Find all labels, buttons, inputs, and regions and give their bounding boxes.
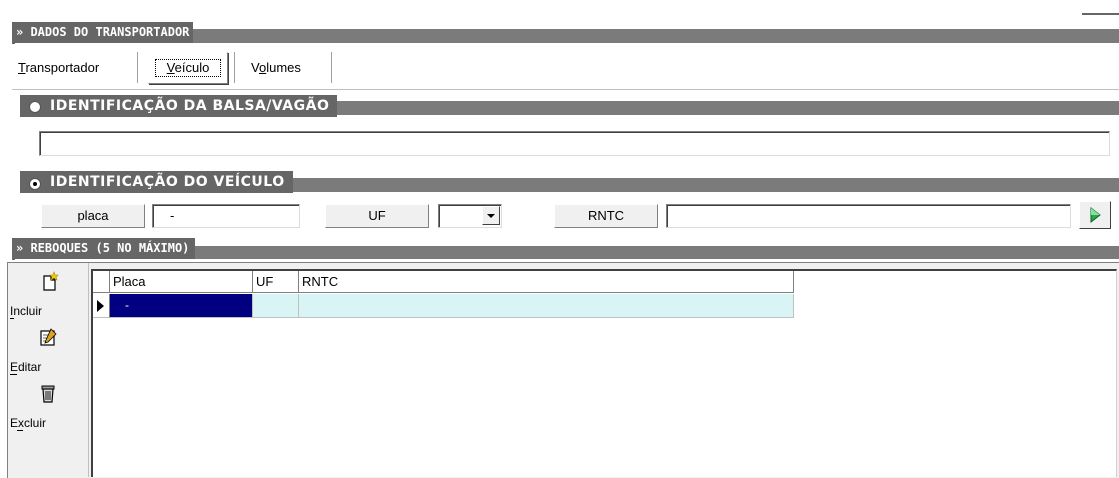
tabs-bottom-line: [12, 89, 1119, 90]
uf-label: UF: [325, 204, 429, 228]
tab-separator: [234, 52, 236, 83]
veiculo-radio[interactable]: [29, 178, 41, 190]
tab-volumes[interactable]: Volumes: [251, 60, 301, 75]
veiculo-section-title: IDENTIFICAÇÃO DO VEÍCULO: [50, 174, 285, 190]
top-divider: [1082, 13, 1119, 15]
placa-input-value: -: [170, 208, 175, 223]
incluir-label: Incluir: [10, 304, 43, 318]
balsa-section-title: IDENTIFICAÇÃO DA BALSA/VAGÃO: [50, 98, 330, 114]
table-row-cell-rntc[interactable]: [299, 294, 794, 318]
section-left-border: [12, 22, 15, 44]
grid-header-placa[interactable]: Placa: [110, 271, 253, 293]
placa-label: placa: [41, 204, 145, 228]
reboques-section-title: » REBOQUES (5 NO MÁXIMO): [12, 238, 196, 259]
rntc-input[interactable]: [666, 204, 1071, 228]
new-document-icon: [43, 271, 59, 291]
excluir-button[interactable]: Excluir: [10, 383, 80, 433]
grid-corner: [93, 271, 110, 293]
veiculo-section-tab: IDENTIFICAÇÃO DO VEÍCULO: [20, 171, 293, 193]
incluir-underline: [10, 318, 14, 319]
editar-label: Editar: [10, 360, 42, 374]
balsa-radio[interactable]: [29, 101, 41, 113]
section-left-border: [12, 238, 15, 260]
table-row-cell-uf[interactable]: [253, 294, 299, 318]
tab-veiculo[interactable]: Veículo: [148, 52, 228, 84]
row-pointer-icon: [97, 300, 104, 312]
table-row-cell-placa[interactable]: -: [110, 294, 253, 318]
tab-veiculo-focus: Veículo: [155, 59, 221, 77]
grid-header-rntc[interactable]: RNTC: [299, 271, 794, 293]
row-indicator[interactable]: [93, 294, 110, 318]
excluir-underline: [17, 430, 23, 431]
incluir-button[interactable]: Incluir: [10, 271, 80, 323]
balsa-input[interactable]: [39, 131, 1110, 156]
edit-icon: [40, 328, 57, 346]
tab-separator: [331, 52, 333, 83]
editar-underline: [10, 374, 17, 375]
chevron-down-icon: [487, 214, 495, 218]
cell-placa-value: -: [125, 298, 129, 312]
rntc-label: RNTC: [554, 204, 658, 228]
uf-select[interactable]: [438, 204, 502, 228]
tab-separator: [137, 52, 139, 83]
trash-icon: [41, 385, 55, 403]
transportador-section-title: » DADOS DO TRANSPORTADOR: [12, 22, 194, 43]
arrow-right-icon: [1090, 206, 1101, 224]
go-button[interactable]: [1079, 201, 1111, 229]
editar-button[interactable]: Editar: [10, 327, 80, 377]
placa-input[interactable]: -: [152, 204, 300, 228]
balsa-section-tab: IDENTIFICAÇÃO DA BALSA/VAGÃO: [20, 95, 338, 117]
excluir-label: Excluir: [10, 416, 47, 430]
tab-transportador[interactable]: Transportador: [18, 60, 99, 75]
uf-dropdown-button[interactable]: [482, 206, 500, 225]
grid-header-uf[interactable]: UF: [253, 271, 299, 293]
